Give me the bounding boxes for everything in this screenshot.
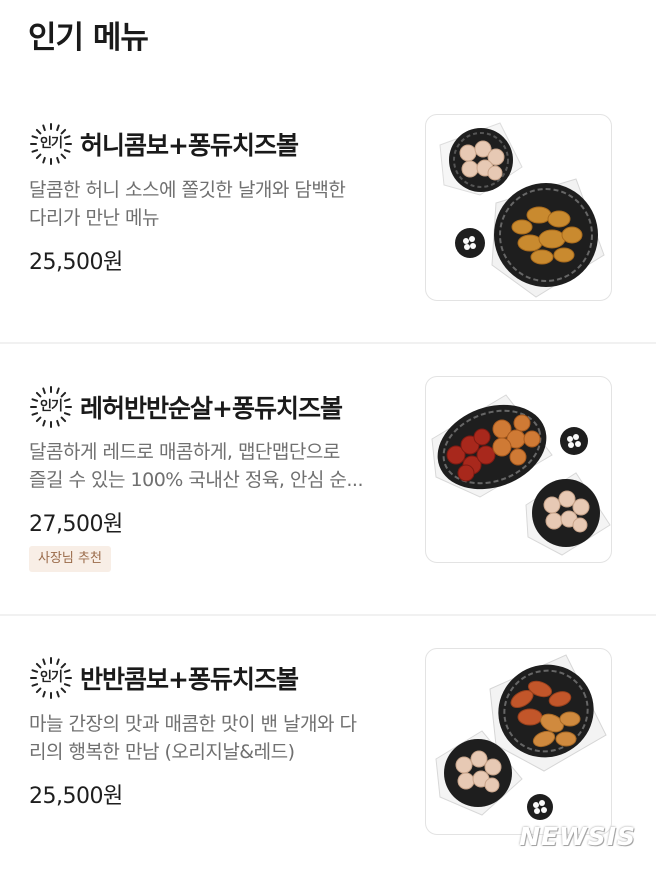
item-description-line: 다리가 만난 메뉴 [29, 207, 159, 229]
item-name: 레허반반순살+퐁듀치즈볼 [80, 394, 343, 423]
popular-badge-icon: 인기 [28, 655, 74, 701]
menu-item-2[interactable]: 인기 레허반반순살+퐁듀치즈볼 달콤하게 레드로 매콤하게, 맵단맵단으로 즐길… [0, 344, 656, 614]
item-price: 25,500원 [29, 250, 123, 275]
newsis-watermark: NEWSIS [519, 822, 636, 851]
item-header: 인기 레허반반순살+퐁듀치즈볼 [28, 384, 343, 430]
item-description-line: 달콤하게 레드로 매콤하게, 맵단맵단으로 [29, 441, 340, 463]
food-image-boneless-half [431, 394, 611, 556]
item-name: 반반콤보+퐁듀치즈볼 [80, 665, 299, 694]
item-description: 달콤한 허니 소스에 쫄깃한 날개와 담백한 다리가 만난 메뉴 [29, 176, 409, 232]
item-thumbnail[interactable] [425, 376, 612, 563]
item-price: 25,500원 [29, 784, 123, 809]
item-thumbnail[interactable] [425, 648, 612, 835]
item-name: 허니콤보+퐁듀치즈볼 [80, 131, 299, 160]
item-description-line: 마늘 간장의 맛과 매콤한 맛이 밴 날개와 다 [29, 713, 357, 735]
popular-badge-label: 인기 [40, 136, 63, 151]
popular-badge-label: 인기 [40, 399, 63, 414]
item-thumbnail[interactable] [425, 114, 612, 301]
popular-badge-icon: 인기 [28, 121, 74, 167]
item-description-line: 리의 행복한 만남 (오리지날&레드) [29, 741, 295, 763]
item-header: 인기 허니콤보+퐁듀치즈볼 [28, 121, 299, 167]
item-header: 인기 반반콤보+퐁듀치즈볼 [28, 655, 299, 701]
item-description-line: 달콤한 허니 소스에 쫄깃한 날개와 담백한 [29, 179, 346, 201]
owner-recommend-tag: 사장님 추천 [29, 546, 111, 572]
item-description-line: 즐길 수 있는 100% 국내산 정육, 안심 순... [29, 469, 364, 491]
item-description: 마늘 간장의 맛과 매콤한 맛이 밴 날개와 다 리의 행복한 만남 (오리지날… [29, 710, 409, 766]
popular-badge-label: 인기 [40, 670, 63, 685]
food-image-honey-combo [439, 122, 605, 298]
menu-item-1[interactable]: 인기 허니콤보+퐁듀치즈볼 달콤한 허니 소스에 쫄깃한 날개와 담백한 다리가… [0, 0, 656, 342]
popular-badge-icon: 인기 [28, 384, 74, 430]
food-image-half-combo [435, 654, 607, 820]
item-description: 달콤하게 레드로 매콤하게, 맵단맵단으로 즐길 수 있는 100% 국내산 정… [29, 438, 409, 494]
item-price: 27,500원 [29, 512, 123, 537]
